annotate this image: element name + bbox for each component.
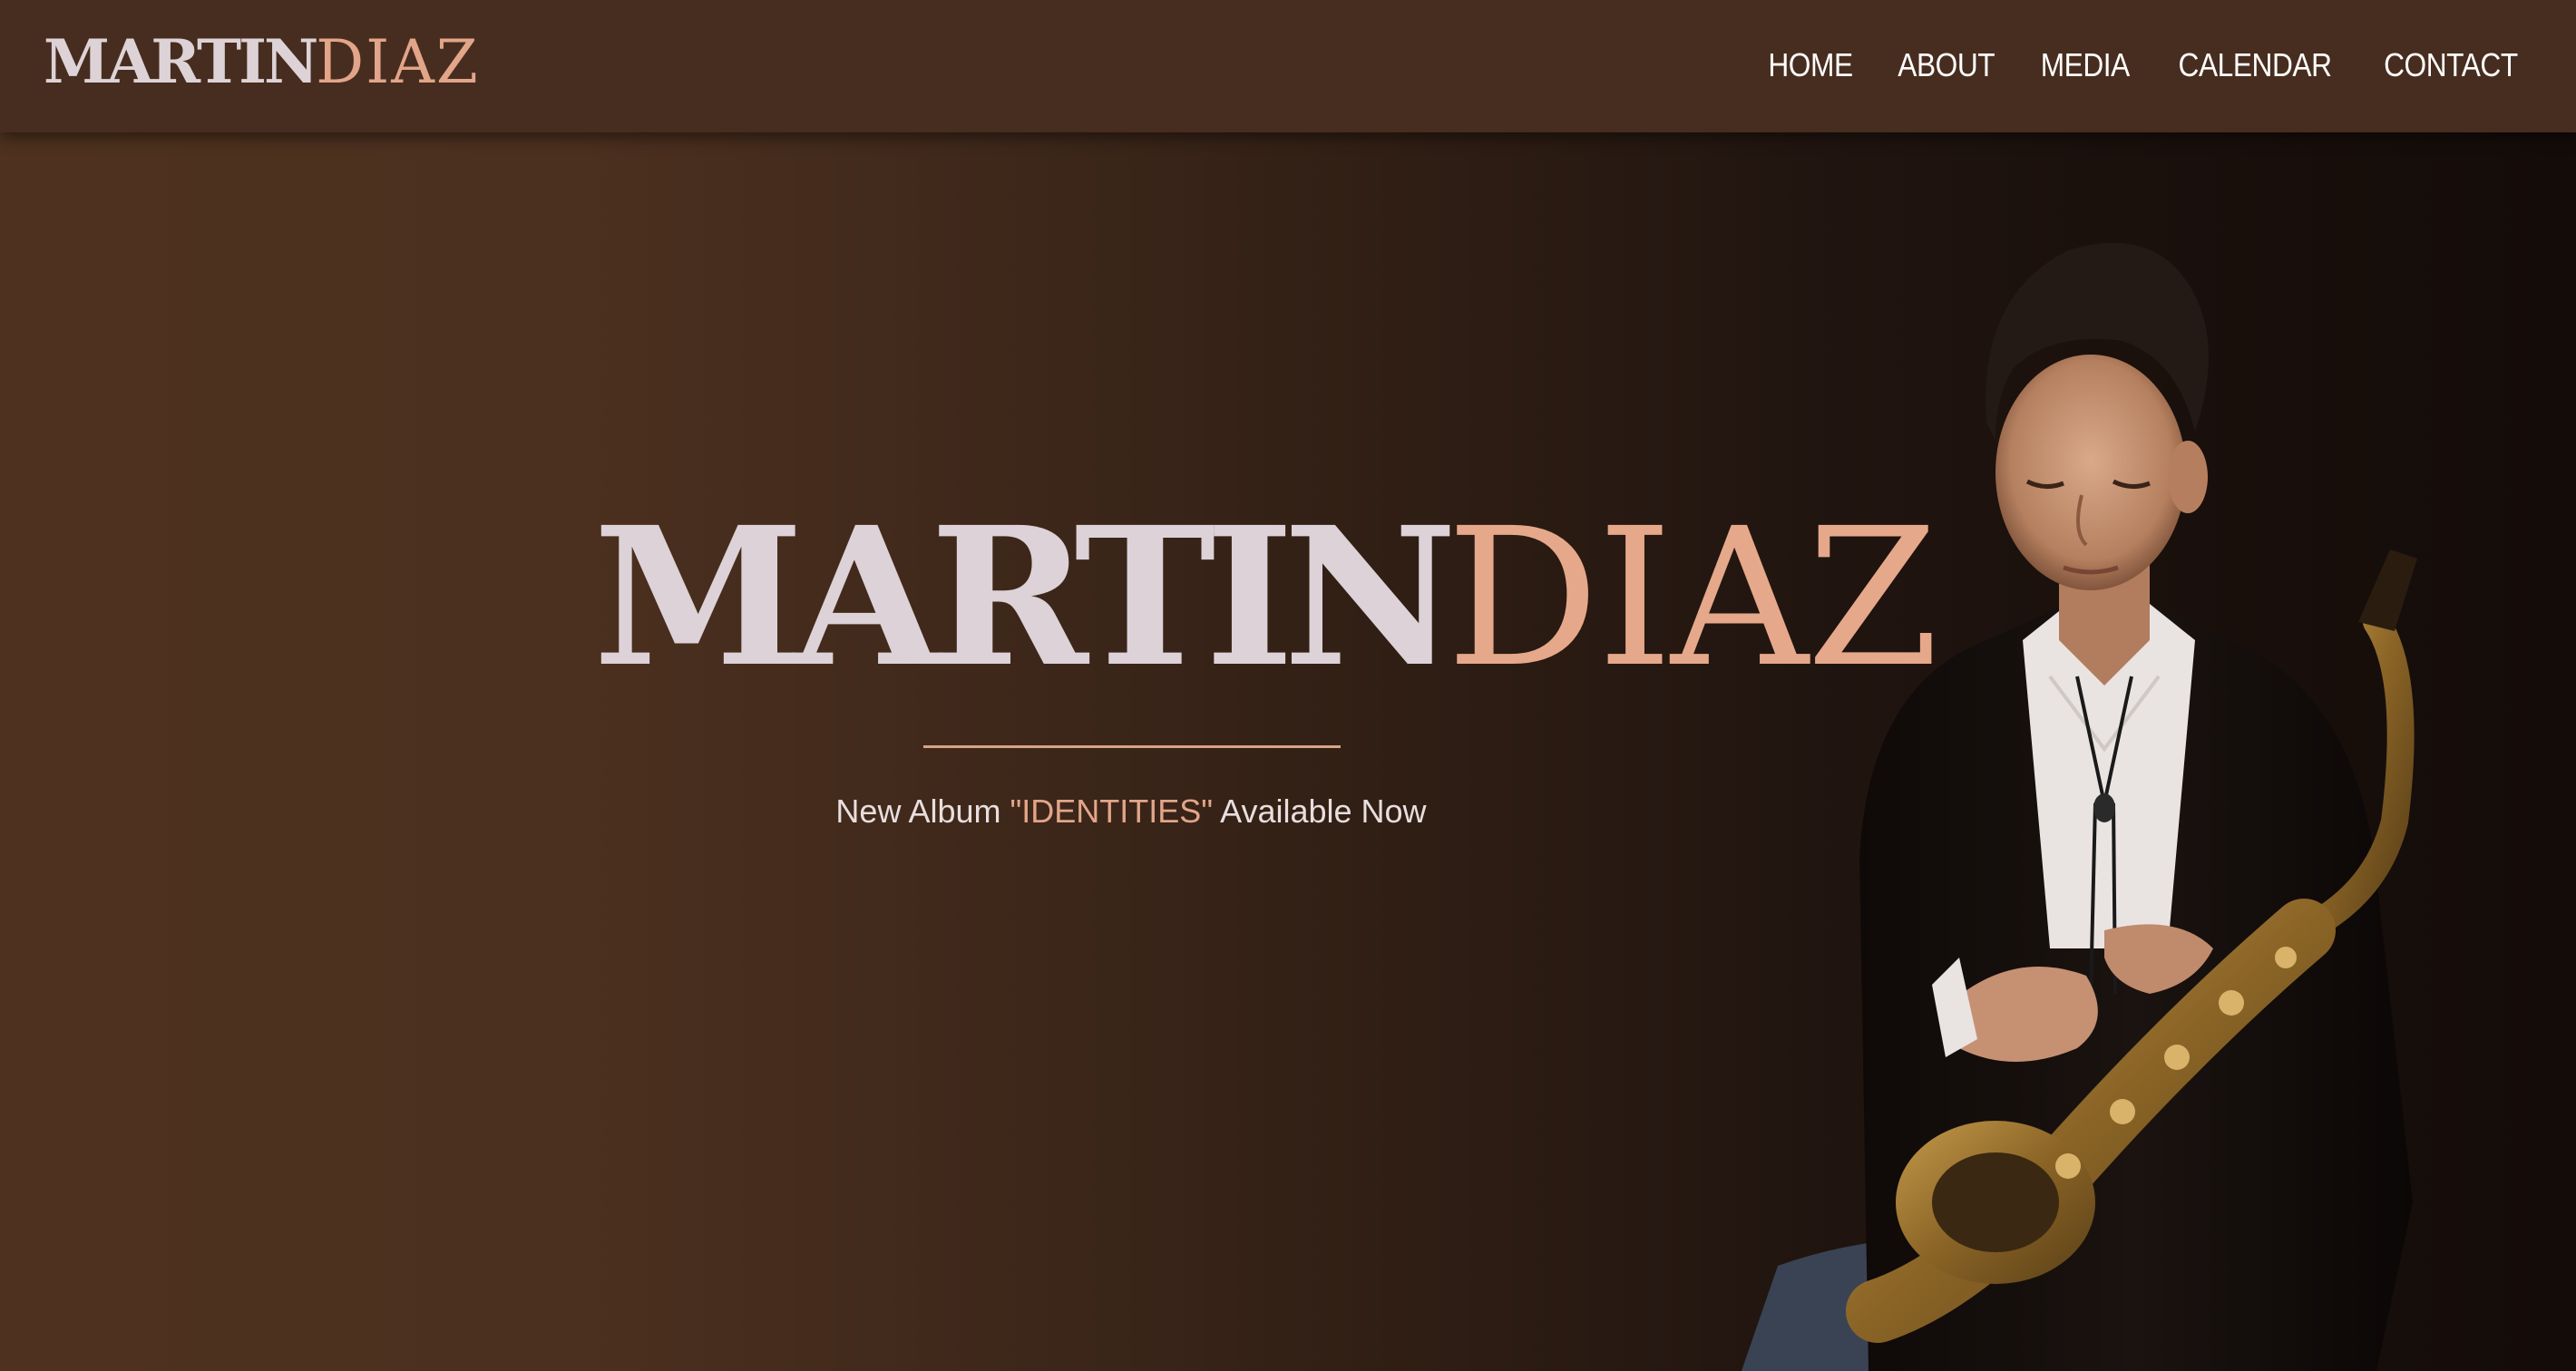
tagline-album-name[interactable]: "IDENTITIES" — [1010, 792, 1214, 830]
nav-contact[interactable]: CONTACT — [2384, 46, 2518, 84]
site-header: MARTINDIAZ HOME ABOUT MEDIA CALENDAR CON… — [0, 0, 2576, 132]
main-nav: HOME ABOUT MEDIA CALENDAR CONTACT — [1762, 40, 2527, 91]
nav-calendar[interactable]: CALENDAR — [2179, 46, 2332, 84]
tagline-prefix: New Album — [835, 792, 1010, 830]
logo-last-name: DIAZ — [316, 27, 480, 97]
nav-about[interactable]: ABOUT — [1898, 46, 1995, 84]
face — [1995, 355, 2186, 590]
hero-title-first: MARTIN — [593, 485, 1458, 709]
tagline-suffix: Available Now — [1213, 792, 1427, 830]
nav-home[interactable]: HOME — [1768, 46, 1853, 84]
saxophonist-portrait-art — [1742, 242, 2417, 1371]
hero-section: MARTINDIAZ New Album "IDENTITIES" Availa… — [0, 132, 2576, 1371]
nav-media[interactable]: MEDIA — [2040, 46, 2130, 84]
logo-first-name: MARTIN — [44, 26, 318, 97]
saxophonist-portrait — [1723, 132, 2576, 1371]
hero-divider — [923, 745, 1341, 748]
site-logo[interactable]: MARTINDIAZ — [44, 25, 480, 98]
